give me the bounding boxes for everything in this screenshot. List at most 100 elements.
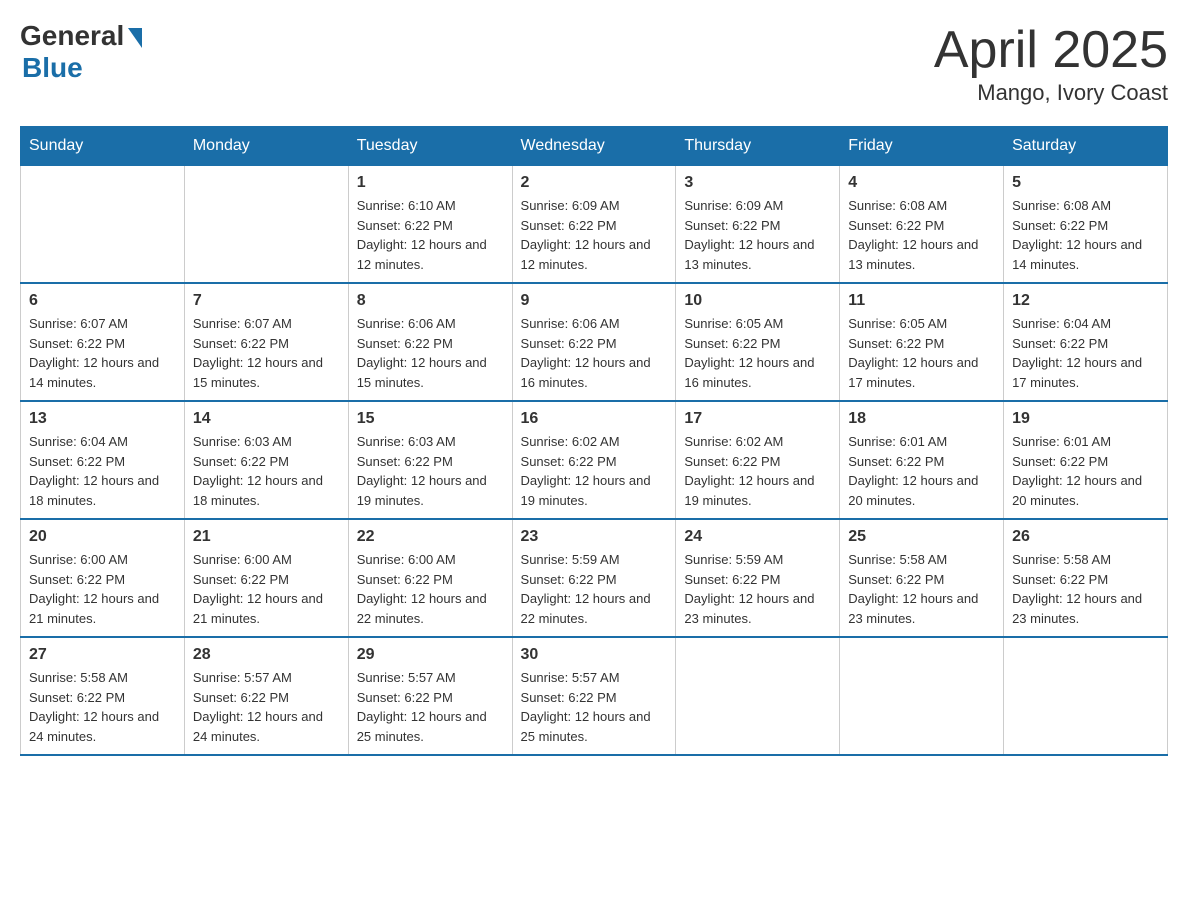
logo: General Blue: [20, 20, 142, 84]
day-info: Sunrise: 5:59 AM Sunset: 6:22 PM Dayligh…: [521, 550, 668, 628]
calendar-cell: 13 Sunrise: 6:04 AM Sunset: 6:22 PM Dayli…: [21, 401, 185, 519]
calendar-cell: 28 Sunrise: 5:57 AM Sunset: 6:22 PM Dayli…: [184, 637, 348, 755]
calendar-cell: 21 Sunrise: 6:00 AM Sunset: 6:22 PM Dayli…: [184, 519, 348, 637]
calendar-cell: 11 Sunrise: 6:05 AM Sunset: 6:22 PM Dayli…: [840, 283, 1004, 401]
day-number: 7: [193, 292, 340, 310]
day-info: Sunrise: 5:59 AM Sunset: 6:22 PM Dayligh…: [684, 550, 831, 628]
logo-general-text: General: [20, 20, 124, 52]
day-number: 5: [1012, 174, 1159, 192]
logo-triangle-icon: [128, 28, 142, 48]
day-info: Sunrise: 6:00 AM Sunset: 6:22 PM Dayligh…: [193, 550, 340, 628]
calendar-cell: 2 Sunrise: 6:09 AM Sunset: 6:22 PM Daylig…: [512, 166, 676, 284]
calendar-cell: 5Sunrise: 6:08 AM Sunset: 6:22 PM Daylig…: [1004, 166, 1168, 284]
calendar-cell: 29 Sunrise: 5:57 AM Sunset: 6:22 PM Dayli…: [348, 637, 512, 755]
calendar-cell: 19 Sunrise: 6:01 AM Sunset: 6:22 PM Dayli…: [1004, 401, 1168, 519]
day-info: Sunrise: 5:58 AM Sunset: 6:22 PM Dayligh…: [1012, 550, 1159, 628]
day-number: 29: [357, 646, 504, 664]
day-number: 18: [848, 410, 995, 428]
day-info: Sunrise: 6:07 AM Sunset: 6:22 PM Dayligh…: [193, 314, 340, 392]
day-number: 30: [521, 646, 668, 664]
day-info: Sunrise: 6:02 AM Sunset: 6:22 PM Dayligh…: [521, 432, 668, 510]
day-number: 6: [29, 292, 176, 310]
day-number: 4: [848, 174, 995, 192]
calendar-cell: [840, 637, 1004, 755]
day-info: Sunrise: 6:01 AM Sunset: 6:22 PM Dayligh…: [1012, 432, 1159, 510]
day-of-week-header: Wednesday: [512, 127, 676, 166]
day-number: 15: [357, 410, 504, 428]
calendar-cell: 30 Sunrise: 5:57 AM Sunset: 6:22 PM Dayli…: [512, 637, 676, 755]
day-number: 9: [521, 292, 668, 310]
day-number: 14: [193, 410, 340, 428]
day-info: Sunrise: 6:02 AM Sunset: 6:22 PM Dayligh…: [684, 432, 831, 510]
day-info: Sunrise: 6:06 AM Sunset: 6:22 PM Dayligh…: [357, 314, 504, 392]
calendar-cell: 9Sunrise: 6:06 AM Sunset: 6:22 PM Daylig…: [512, 283, 676, 401]
day-info: Sunrise: 6:04 AM Sunset: 6:22 PM Dayligh…: [1012, 314, 1159, 392]
day-info: Sunrise: 6:00 AM Sunset: 6:22 PM Dayligh…: [29, 550, 176, 628]
day-info: Sunrise: 5:58 AM Sunset: 6:22 PM Dayligh…: [848, 550, 995, 628]
day-number: 23: [521, 528, 668, 546]
day-info: Sunrise: 6:04 AM Sunset: 6:22 PM Dayligh…: [29, 432, 176, 510]
calendar-cell: 24 Sunrise: 5:59 AM Sunset: 6:22 PM Dayli…: [676, 519, 840, 637]
day-number: 8: [357, 292, 504, 310]
day-of-week-header: Thursday: [676, 127, 840, 166]
day-number: 16: [521, 410, 668, 428]
day-info: Sunrise: 6:09 AM Sunset: 6:22 PM Dayligh…: [521, 196, 668, 274]
day-number: 10: [684, 292, 831, 310]
day-number: 25: [848, 528, 995, 546]
calendar-cell: 25 Sunrise: 5:58 AM Sunset: 6:22 PM Dayli…: [840, 519, 1004, 637]
calendar-cell: 18 Sunrise: 6:01 AM Sunset: 6:22 PM Dayli…: [840, 401, 1004, 519]
day-info: Sunrise: 6:07 AM Sunset: 6:22 PM Dayligh…: [29, 314, 176, 392]
location: Mango, Ivory Coast: [934, 80, 1168, 106]
day-of-week-header: Tuesday: [348, 127, 512, 166]
day-info: Sunrise: 5:57 AM Sunset: 6:22 PM Dayligh…: [521, 668, 668, 746]
calendar-cell: 16 Sunrise: 6:02 AM Sunset: 6:22 PM Dayli…: [512, 401, 676, 519]
calendar-cell: 7 Sunrise: 6:07 AM Sunset: 6:22 PM Daylig…: [184, 283, 348, 401]
calendar-cell: 22 Sunrise: 6:00 AM Sunset: 6:22 PM Dayli…: [348, 519, 512, 637]
day-number: 19: [1012, 410, 1159, 428]
day-number: 13: [29, 410, 176, 428]
day-number: 1: [357, 174, 504, 192]
calendar-cell: 1Sunrise: 6:10 AM Sunset: 6:22 PM Daylig…: [348, 166, 512, 284]
day-info: Sunrise: 5:57 AM Sunset: 6:22 PM Dayligh…: [357, 668, 504, 746]
calendar: SundayMondayTuesdayWednesdayThursdayFrid…: [20, 126, 1168, 756]
day-number: 17: [684, 410, 831, 428]
day-info: Sunrise: 6:09 AM Sunset: 6:22 PM Dayligh…: [684, 196, 831, 274]
day-number: 12: [1012, 292, 1159, 310]
day-info: Sunrise: 6:05 AM Sunset: 6:22 PM Dayligh…: [848, 314, 995, 392]
calendar-cell: [676, 637, 840, 755]
day-number: 2: [521, 174, 668, 192]
day-info: Sunrise: 6:01 AM Sunset: 6:22 PM Dayligh…: [848, 432, 995, 510]
day-number: 11: [848, 292, 995, 310]
day-of-week-header: Monday: [184, 127, 348, 166]
calendar-cell: 17 Sunrise: 6:02 AM Sunset: 6:22 PM Dayli…: [676, 401, 840, 519]
day-of-week-header: Sunday: [21, 127, 185, 166]
day-info: Sunrise: 5:58 AM Sunset: 6:22 PM Dayligh…: [29, 668, 176, 746]
calendar-cell: 23 Sunrise: 5:59 AM Sunset: 6:22 PM Dayli…: [512, 519, 676, 637]
day-number: 24: [684, 528, 831, 546]
day-info: Sunrise: 6:03 AM Sunset: 6:22 PM Dayligh…: [193, 432, 340, 510]
calendar-cell: 20 Sunrise: 6:00 AM Sunset: 6:22 PM Dayli…: [21, 519, 185, 637]
day-number: 26: [1012, 528, 1159, 546]
day-number: 22: [357, 528, 504, 546]
day-info: Sunrise: 6:00 AM Sunset: 6:22 PM Dayligh…: [357, 550, 504, 628]
day-info: Sunrise: 6:05 AM Sunset: 6:22 PM Dayligh…: [684, 314, 831, 392]
day-info: Sunrise: 5:57 AM Sunset: 6:22 PM Dayligh…: [193, 668, 340, 746]
month-title: April 2025: [934, 20, 1168, 80]
calendar-cell: 6 Sunrise: 6:07 AM Sunset: 6:22 PM Daylig…: [21, 283, 185, 401]
day-number: 20: [29, 528, 176, 546]
calendar-cell: 27 Sunrise: 5:58 AM Sunset: 6:22 PM Dayli…: [21, 637, 185, 755]
day-number: 21: [193, 528, 340, 546]
calendar-cell: 3Sunrise: 6:09 AM Sunset: 6:22 PM Daylig…: [676, 166, 840, 284]
calendar-cell: 4 Sunrise: 6:08 AM Sunset: 6:22 PM Daylig…: [840, 166, 1004, 284]
calendar-cell: 10 Sunrise: 6:05 AM Sunset: 6:22 PM Dayli…: [676, 283, 840, 401]
title-area: April 2025 Mango, Ivory Coast: [934, 20, 1168, 106]
calendar-cell: [1004, 637, 1168, 755]
day-info: Sunrise: 6:03 AM Sunset: 6:22 PM Dayligh…: [357, 432, 504, 510]
calendar-cell: 12 Sunrise: 6:04 AM Sunset: 6:22 PM Dayli…: [1004, 283, 1168, 401]
day-info: Sunrise: 6:08 AM Sunset: 6:22 PM Dayligh…: [848, 196, 995, 274]
logo-blue-text: Blue: [22, 52, 83, 84]
day-number: 28: [193, 646, 340, 664]
calendar-cell: 15 Sunrise: 6:03 AM Sunset: 6:22 PM Dayli…: [348, 401, 512, 519]
day-number: 27: [29, 646, 176, 664]
day-of-week-header: Friday: [840, 127, 1004, 166]
